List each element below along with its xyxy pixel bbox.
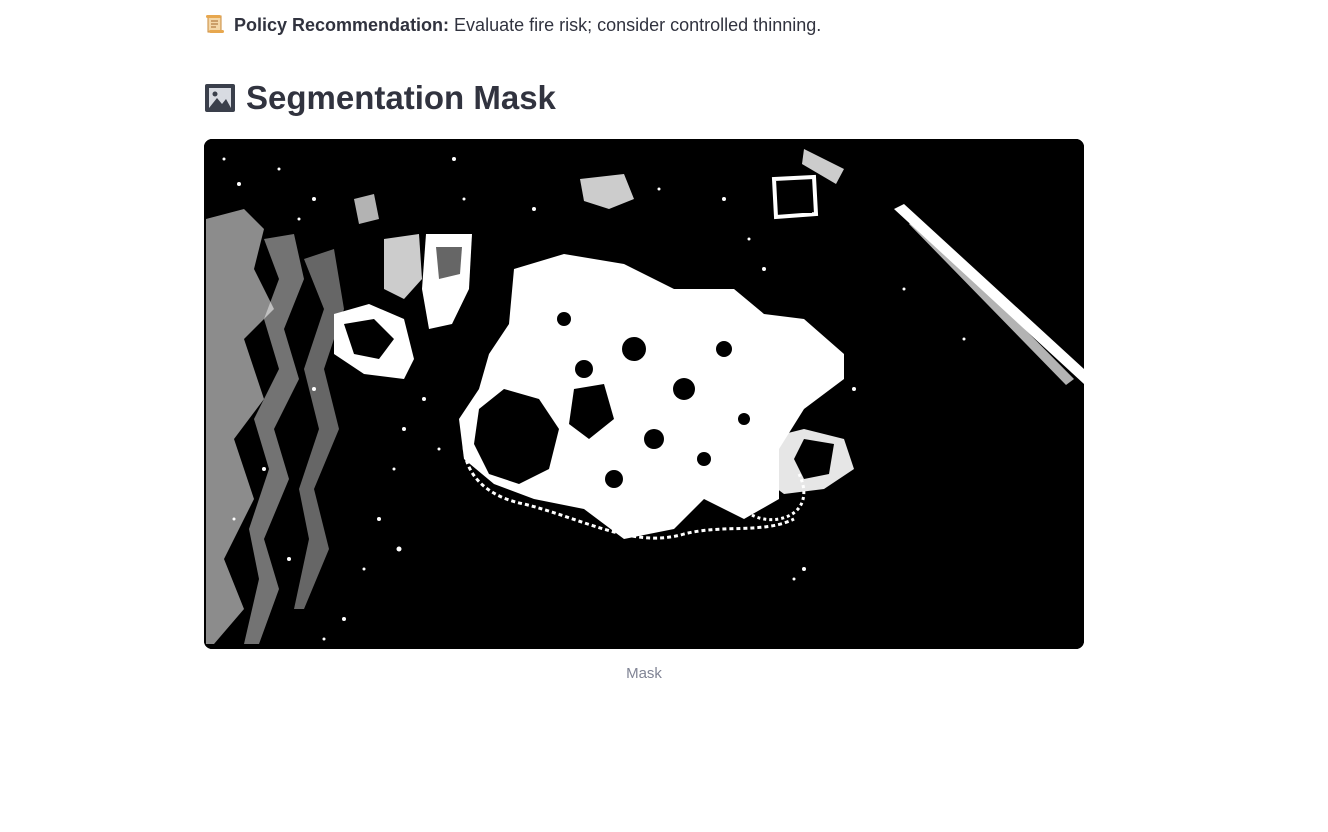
- policy-text: Evaluate fire risk; consider controlled …: [449, 15, 822, 35]
- scroll-icon: [206, 15, 224, 33]
- policy-recommendation: Policy Recommendation: Evaluate fire ris…: [204, 12, 1084, 38]
- mask-figure: [204, 139, 1084, 649]
- segmentation-mask-image: [204, 139, 1084, 649]
- policy-label: Policy Recommendation:: [234, 15, 450, 35]
- section-heading: Segmentation Mask: [204, 76, 1084, 120]
- image-caption: Mask: [626, 665, 662, 682]
- section-title: Segmentation Mask: [246, 79, 556, 116]
- framed-picture-icon: [205, 84, 235, 112]
